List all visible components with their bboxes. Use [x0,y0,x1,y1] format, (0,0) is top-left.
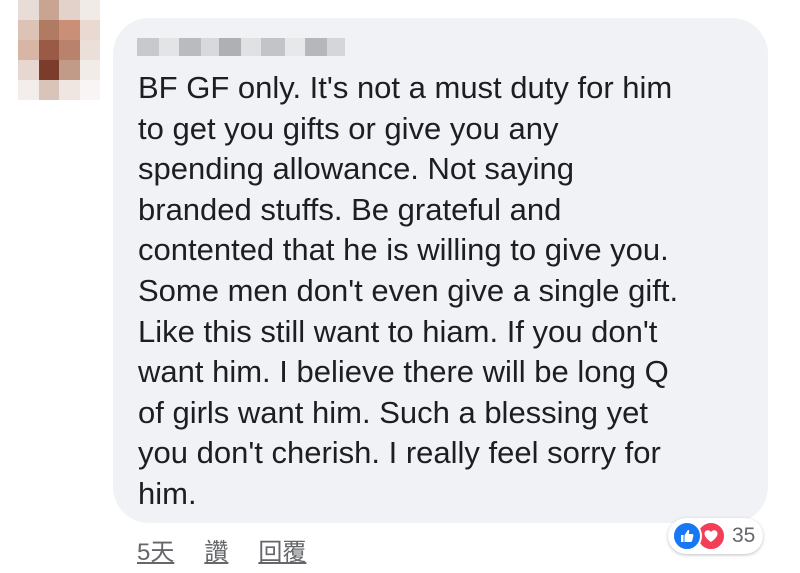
reply-button[interactable]: 回覆 [258,532,306,567]
like-button[interactable]: 讚 [204,532,228,567]
author-name-redacted[interactable] [137,38,345,56]
like-icon [672,521,702,551]
reactions-summary[interactable]: 35 [668,518,764,554]
reaction-count: 35 [732,524,756,547]
timestamp-link[interactable]: 5天 [137,532,174,567]
comment-actions: 5天 讚 回覆 [137,532,336,567]
avatar[interactable] [18,0,100,100]
comment-text: BF GF only. It's not a must duty for him… [138,70,679,511]
